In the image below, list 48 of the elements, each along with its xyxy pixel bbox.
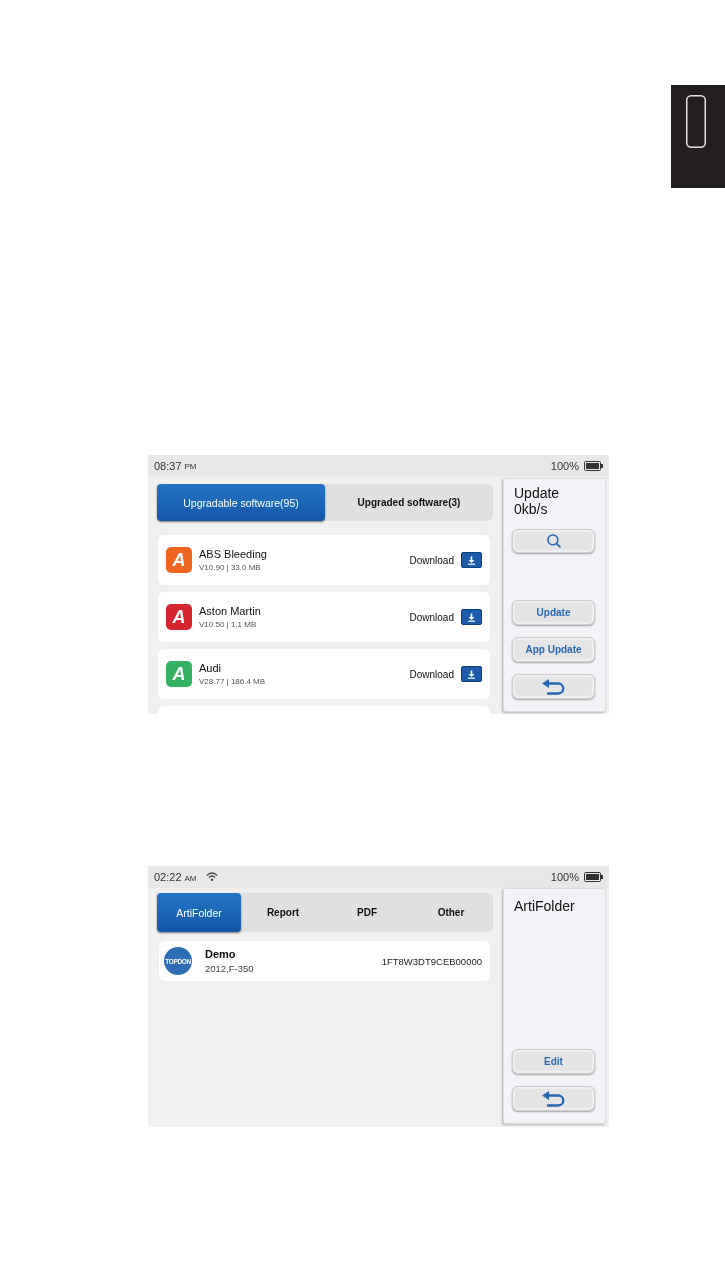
battery-icon bbox=[584, 872, 603, 882]
back-arrow-icon bbox=[542, 678, 565, 695]
back-button[interactable] bbox=[512, 1086, 595, 1111]
download-icon bbox=[467, 669, 476, 679]
search-button[interactable] bbox=[512, 529, 595, 553]
back-arrow-icon bbox=[542, 1090, 565, 1107]
panel-title: ArtiFolder bbox=[513, 898, 576, 914]
download-label: Download bbox=[409, 611, 454, 623]
tab[interactable]: Upgraded software(3) bbox=[325, 484, 493, 521]
app-logo: A bbox=[166, 661, 192, 687]
download-button[interactable] bbox=[461, 609, 482, 625]
app-logo: A bbox=[166, 547, 192, 573]
software-details: V10.90 | 33.0 MB bbox=[199, 562, 262, 573]
download-button[interactable] bbox=[461, 666, 482, 682]
status-meridiem: AM bbox=[184, 873, 197, 883]
status-time: 02:22 bbox=[154, 871, 182, 883]
action-button[interactable]: Update bbox=[512, 600, 595, 625]
battery-icon bbox=[584, 460, 603, 471]
vehicle-model: 2012,F-350 bbox=[205, 963, 254, 974]
action-button[interactable]: Edit bbox=[512, 1049, 595, 1074]
battery-level: 100% bbox=[550, 871, 579, 883]
download-label: Download bbox=[409, 554, 454, 566]
download-button[interactable] bbox=[461, 552, 482, 568]
vehicle-name: Demo bbox=[205, 948, 237, 961]
transfer-speed: 0kb/s bbox=[513, 501, 549, 517]
download-icon bbox=[467, 612, 476, 622]
battery-level: 100% bbox=[550, 459, 579, 472]
tab[interactable]: PDF bbox=[325, 893, 409, 932]
back-button[interactable] bbox=[512, 674, 595, 699]
search-icon bbox=[546, 534, 561, 548]
status-meridiem: PM bbox=[184, 462, 197, 471]
tab[interactable]: Report bbox=[241, 893, 325, 932]
software-details: V28.77 | 186.4 MB bbox=[199, 676, 266, 687]
tab[interactable]: Other bbox=[409, 893, 493, 932]
software-name: Audi bbox=[199, 661, 223, 675]
software-details: V10.50 | 1.1 MB bbox=[199, 619, 258, 630]
panel-title: Update bbox=[513, 485, 561, 501]
app-logo: A bbox=[166, 604, 192, 630]
tab[interactable]: Upgradable software(95) bbox=[157, 484, 325, 521]
software-name: Aston Martin bbox=[199, 604, 261, 618]
download-icon bbox=[467, 555, 476, 565]
status-time: 08:37 bbox=[154, 459, 182, 472]
tab[interactable]: ArtiFolder bbox=[157, 893, 241, 932]
action-button[interactable]: App Update bbox=[512, 637, 595, 662]
rounded-outline-icon bbox=[686, 95, 706, 148]
download-label: Download bbox=[409, 668, 454, 680]
software-name: ABS Bleeding bbox=[199, 547, 267, 561]
vin-number: 1FT8W3DT9CEB00000 bbox=[381, 955, 482, 967]
